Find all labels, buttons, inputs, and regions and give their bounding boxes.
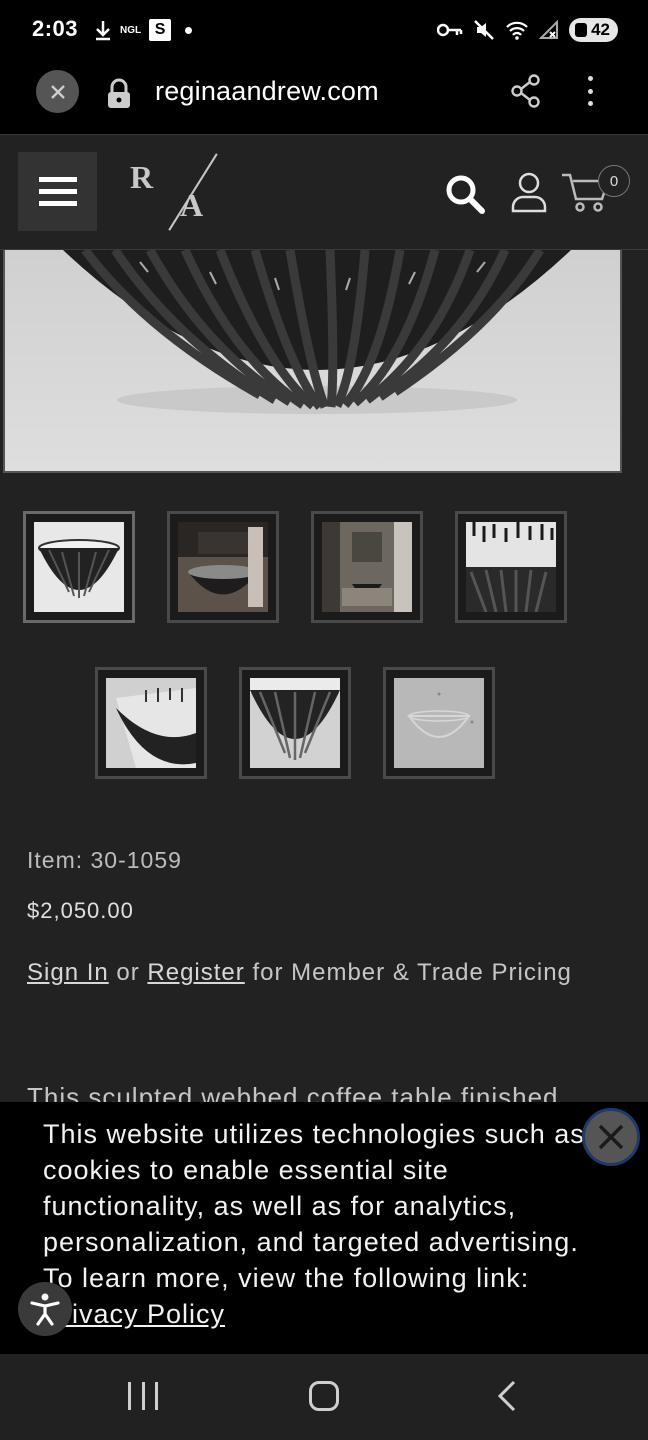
site-header: R A 0 — [0, 135, 648, 250]
mute-icon — [474, 20, 494, 40]
more-options-icon[interactable] — [580, 74, 600, 108]
accessibility-button[interactable] — [18, 1282, 72, 1336]
cookie-message-text: This website utilizes technologies such … — [43, 1119, 585, 1293]
thumbnail-6[interactable] — [239, 667, 351, 779]
wifi-icon — [506, 21, 528, 40]
battery-indicator: 42 — [569, 18, 618, 42]
carrier-tag: NGL — [120, 24, 142, 36]
share-icon[interactable] — [510, 74, 542, 108]
url-field[interactable]: reginaandrew.com — [155, 76, 379, 107]
status-time: 2:03 — [32, 16, 79, 41]
notification-dot-icon — [185, 26, 193, 34]
cart-count-badge[interactable]: 0 — [598, 165, 630, 197]
logo-letter-r: R — [130, 159, 154, 195]
trade-pricing-text: for Member & Trade Pricing — [244, 959, 572, 986]
status-bar: 2:03 NGL S 42 — [0, 0, 648, 60]
download-icon — [96, 21, 110, 41]
register-link[interactable]: Register — [147, 959, 244, 986]
brand-logo[interactable]: R A — [126, 153, 218, 233]
product-image-graphic — [5, 250, 620, 471]
close-tab-button[interactable] — [36, 70, 79, 113]
trade-pricing-prompt: Sign In or Register for Member & Trade P… — [27, 953, 617, 993]
thumbnail-7[interactable] — [383, 667, 495, 779]
search-icon[interactable] — [444, 173, 486, 215]
status-right-icons: 42 — [437, 16, 618, 44]
main-product-image[interactable] — [3, 250, 622, 473]
thumbnail-1[interactable] — [23, 511, 135, 623]
sign-in-link[interactable]: Sign In — [27, 959, 109, 986]
recent-apps-icon[interactable] — [128, 1382, 158, 1410]
account-icon[interactable] — [510, 171, 548, 213]
cookie-close-button[interactable] — [582, 1108, 640, 1166]
hamburger-menu-button[interactable] — [18, 152, 97, 231]
close-icon — [598, 1124, 624, 1150]
product-price: $2,050.00 — [27, 898, 134, 923]
thumbnail-5[interactable] — [95, 667, 207, 779]
thumbnail-4[interactable] — [455, 511, 567, 623]
close-icon — [50, 84, 65, 99]
system-navigation-bar — [0, 1354, 648, 1440]
back-icon[interactable] — [494, 1380, 520, 1412]
cookie-banner: This website utilizes technologies such … — [0, 1102, 648, 1354]
lock-icon[interactable] — [106, 78, 132, 110]
thumbnail-2[interactable] — [167, 511, 279, 623]
key-icon — [437, 23, 463, 37]
signal-icon — [539, 20, 559, 39]
app-badge-icon: S — [149, 19, 172, 41]
home-icon[interactable] — [309, 1381, 339, 1411]
thumbnail-3[interactable] — [311, 511, 423, 623]
or-text: or — [108, 959, 148, 986]
accessibility-icon — [30, 1293, 60, 1326]
cookie-message: This website utilizes technologies such … — [43, 1116, 603, 1332]
status-left-icons: NGL S — [94, 17, 193, 43]
logo-letter-a: A — [180, 187, 204, 223]
browser-toolbar: reginaandrew.com — [0, 60, 648, 135]
item-number: Item: 30-1059 — [27, 847, 182, 873]
